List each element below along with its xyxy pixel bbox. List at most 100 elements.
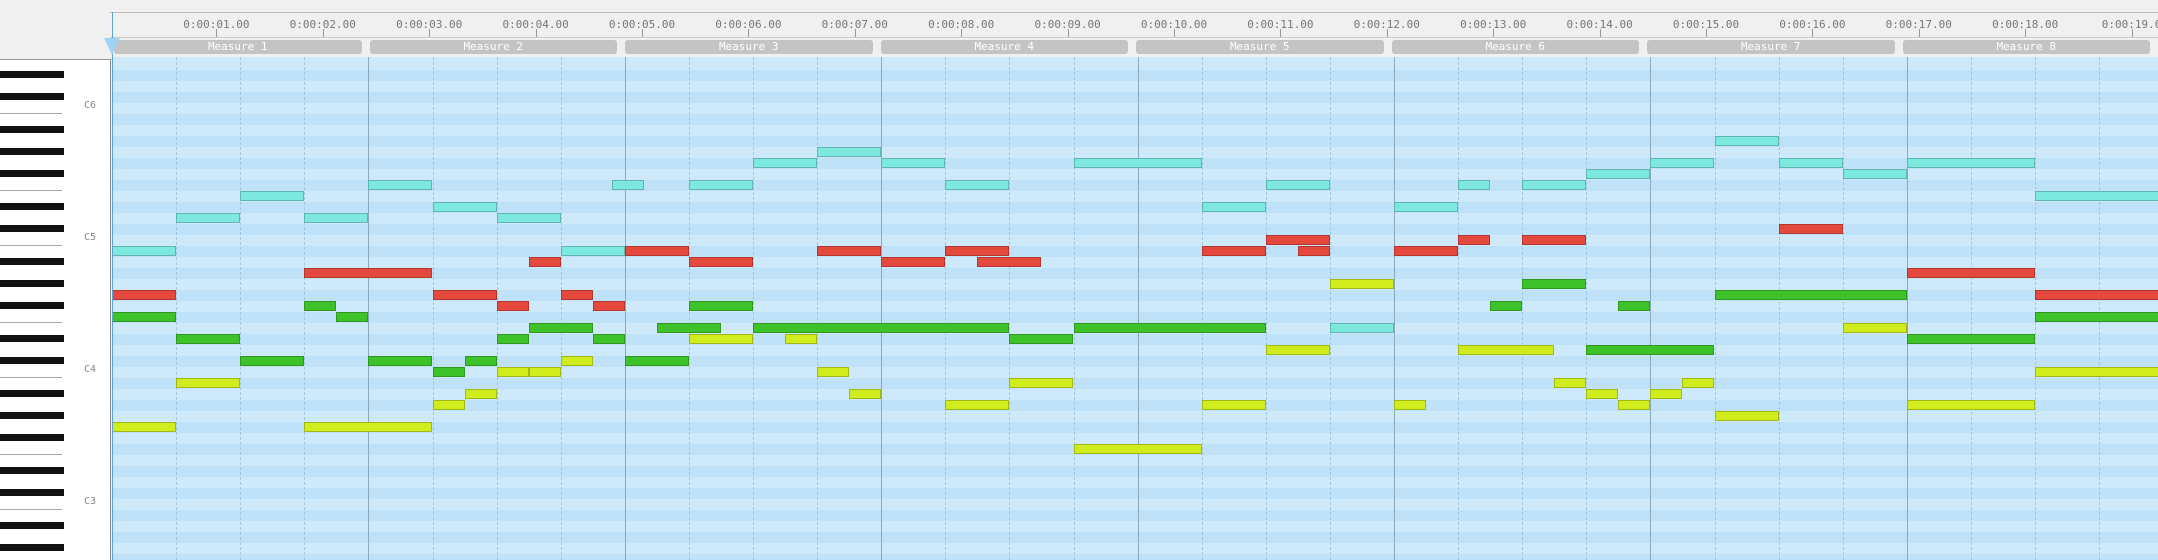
black-key[interactable] [0, 544, 64, 551]
note-green[interactable] [624, 356, 689, 366]
note-yellow[interactable] [785, 334, 818, 344]
measure-label[interactable]: Measure 1 [114, 40, 362, 54]
black-key[interactable] [0, 170, 64, 177]
note-yellow[interactable] [1586, 389, 1619, 399]
note-yellow[interactable] [849, 389, 882, 399]
note-cyan[interactable] [753, 158, 818, 168]
note-cyan[interactable] [1073, 158, 1202, 168]
note-green[interactable] [1009, 334, 1074, 344]
black-key[interactable] [0, 434, 64, 441]
note-yellow[interactable] [464, 389, 497, 399]
note-cyan[interactable] [112, 246, 177, 256]
note-cyan[interactable] [611, 180, 645, 190]
note-yellow[interactable] [496, 367, 529, 377]
note-red[interactable] [432, 290, 497, 300]
note-yellow[interactable] [560, 356, 593, 366]
note-cyan[interactable] [1650, 158, 1715, 168]
note-green[interactable] [592, 334, 625, 344]
playhead-marker[interactable] [104, 38, 120, 55]
note-red[interactable] [688, 257, 753, 267]
note-cyan[interactable] [817, 147, 882, 157]
measure-label[interactable]: Measure 8 [1902, 40, 2150, 54]
note-green[interactable] [2035, 312, 2158, 322]
note-cyan[interactable] [1201, 202, 1266, 212]
black-key[interactable] [0, 467, 64, 474]
black-key[interactable] [0, 489, 64, 496]
note-yellow[interactable] [176, 378, 241, 388]
black-key[interactable] [0, 203, 64, 210]
note-yellow[interactable] [1265, 345, 1330, 355]
note-red[interactable] [2035, 290, 2158, 300]
note-cyan[interactable] [1522, 180, 1587, 190]
note-cyan[interactable] [688, 180, 753, 190]
note-red[interactable] [496, 301, 529, 311]
note-red[interactable] [945, 246, 1010, 256]
piano-keyboard[interactable]: C6 C5 C4 C3 [0, 59, 111, 560]
note-green[interactable] [528, 323, 593, 333]
note-cyan[interactable] [1778, 158, 1843, 168]
note-green[interactable] [336, 312, 369, 322]
note-yellow[interactable] [1329, 279, 1394, 289]
note-red[interactable] [1394, 246, 1459, 256]
note-cyan[interactable] [945, 180, 1010, 190]
note-green[interactable] [656, 323, 721, 333]
note-yellow[interactable] [1554, 378, 1587, 388]
note-red[interactable] [1778, 224, 1843, 234]
note-cyan[interactable] [176, 213, 241, 223]
note-yellow[interactable] [1650, 389, 1683, 399]
black-key[interactable] [0, 71, 64, 78]
measure-label[interactable]: Measure 5 [1136, 40, 1384, 54]
note-yellow[interactable] [1842, 323, 1907, 333]
note-red[interactable] [1522, 235, 1587, 245]
black-key[interactable] [0, 280, 64, 287]
note-cyan[interactable] [368, 180, 433, 190]
note-yellow[interactable] [1073, 444, 1202, 454]
note-yellow[interactable] [1714, 411, 1779, 421]
note-green[interactable] [1618, 301, 1651, 311]
black-key[interactable] [0, 225, 64, 232]
note-yellow[interactable] [1458, 345, 1555, 355]
note-green[interactable] [1586, 345, 1715, 355]
note-green[interactable] [464, 356, 497, 366]
note-green[interactable] [496, 334, 529, 344]
black-key[interactable] [0, 258, 64, 265]
note-green[interactable] [112, 312, 177, 322]
note-red[interactable] [528, 257, 561, 267]
note-red[interactable] [560, 290, 593, 300]
measure-label[interactable]: Measure 4 [880, 40, 1128, 54]
black-key[interactable] [0, 522, 64, 529]
note-yellow[interactable] [304, 422, 433, 432]
black-key[interactable] [0, 335, 64, 342]
note-green[interactable] [688, 301, 753, 311]
note-yellow[interactable] [1009, 378, 1074, 388]
note-yellow[interactable] [1906, 400, 2035, 410]
black-key[interactable] [0, 126, 64, 133]
note-green[interactable] [1073, 323, 1266, 333]
note-cyan[interactable] [2035, 191, 2158, 201]
time-ruler[interactable]: 0:00:01.00 0:00:02.00 0:00:03.00 0:00:04.00… [110, 12, 2158, 38]
note-green[interactable] [753, 323, 1010, 333]
note-cyan[interactable] [881, 158, 946, 168]
note-yellow[interactable] [432, 400, 465, 410]
measure-label[interactable]: Measure 3 [625, 40, 873, 54]
note-red[interactable] [1906, 268, 2035, 278]
black-key[interactable] [0, 302, 64, 309]
note-cyan[interactable] [240, 191, 305, 201]
note-cyan[interactable] [1714, 136, 1779, 146]
note-cyan[interactable] [1586, 169, 1651, 179]
note-red[interactable] [1265, 235, 1330, 245]
note-yellow[interactable] [1201, 400, 1266, 410]
note-green[interactable] [1906, 334, 2035, 344]
black-key[interactable] [0, 93, 64, 100]
note-yellow[interactable] [817, 367, 850, 377]
note-yellow[interactable] [1394, 400, 1427, 410]
note-cyan[interactable] [1394, 202, 1459, 212]
black-key[interactable] [0, 357, 64, 364]
note-grid[interactable] [112, 57, 2158, 560]
note-red[interactable] [624, 246, 689, 256]
note-red[interactable] [1201, 246, 1266, 256]
note-green[interactable] [1490, 301, 1523, 311]
note-yellow[interactable] [112, 422, 177, 432]
note-yellow[interactable] [1618, 400, 1651, 410]
note-green[interactable] [176, 334, 241, 344]
